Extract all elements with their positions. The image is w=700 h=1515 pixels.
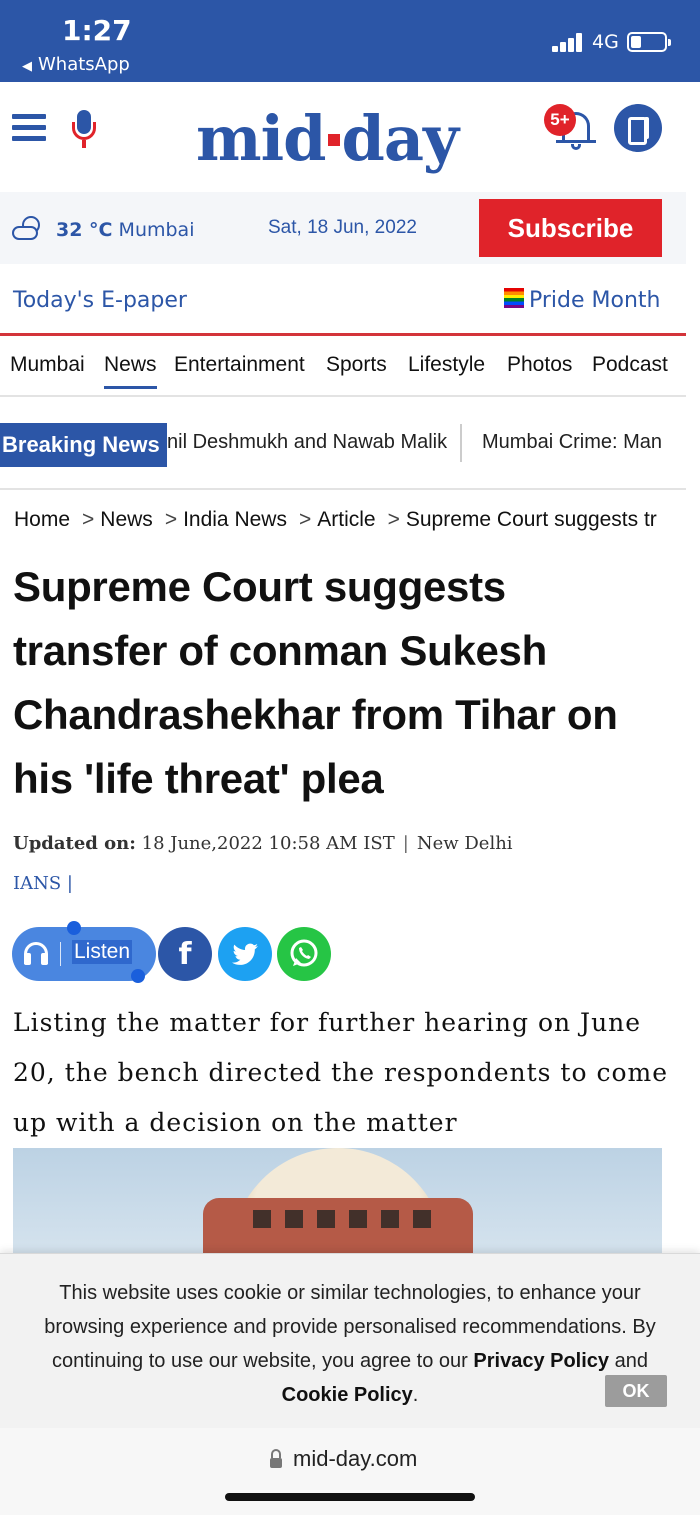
back-app-label: WhatsApp — [38, 54, 130, 75]
breaking-news-ticker: Breaking News nil Deshmukh and Nawab Mal… — [0, 398, 686, 490]
breadcrumb-article[interactable]: Article — [317, 508, 375, 531]
nav-item-photos[interactable]: Photos — [507, 353, 572, 377]
notification-badge: 5+ — [544, 104, 576, 136]
breadcrumb-home[interactable]: Home — [14, 508, 70, 531]
status-time: 1:27 — [62, 14, 132, 47]
breadcrumb-current: Supreme Court suggests tr — [405, 508, 657, 531]
network-type: 4G — [592, 31, 619, 53]
battery-icon — [627, 32, 671, 52]
hamburger-menu-icon[interactable] — [12, 114, 46, 142]
url-text[interactable]: mid-day.com — [293, 1446, 417, 1472]
cookie-policy-link[interactable]: Cookie Policy — [282, 1384, 413, 1406]
facebook-icon[interactable]: f — [158, 927, 212, 981]
twitter-icon[interactable] — [218, 927, 272, 981]
breaking-news-tag: Breaking News — [0, 423, 167, 467]
epaper-row: Today's E-paper Pride Month — [0, 264, 686, 336]
reader-icon[interactable] — [614, 104, 662, 152]
weather-icon — [12, 216, 46, 240]
microphone-icon[interactable] — [70, 110, 98, 150]
ios-status-bar: 1:27 ◀ WhatsApp 4G — [0, 0, 700, 82]
nav-item-sports[interactable]: Sports — [326, 353, 387, 377]
cookie-banner: This website uses cookie or similar tech… — [0, 1253, 700, 1428]
selection-handle-start[interactable] — [67, 921, 81, 935]
breadcrumb: Home > News > India News > Article > Supreme Cou… — [14, 508, 657, 531]
pride-flag-icon — [504, 288, 524, 308]
whatsapp-icon[interactable] — [277, 927, 331, 981]
nav-item-mumbai[interactable]: Mumbai — [10, 353, 85, 377]
ticker-item[interactable]: Mumbai Crime: Man — [482, 431, 662, 454]
listen-label: Listen — [72, 940, 133, 964]
article-meta: Updated on: 18 June,2022 10:58 AM IST | Ne… — [13, 833, 513, 854]
nav-item-lifestyle[interactable]: Lifestyle — [408, 353, 485, 377]
listen-button[interactable]: Listen — [12, 921, 156, 983]
pride-month-link[interactable]: Pride Month — [504, 288, 660, 313]
subscribe-button[interactable]: Subscribe — [479, 199, 662, 257]
current-date: Sat, 18 Jun, 2022 — [268, 217, 417, 238]
nav-item-news[interactable]: News — [104, 353, 157, 389]
ticker-divider — [460, 424, 462, 462]
cookie-message: This website uses cookie or similar tech… — [44, 1282, 656, 1406]
browser-url-bar[interactable]: mid-day.com — [0, 1428, 700, 1515]
cookie-ok-button[interactable]: OK — [605, 1375, 667, 1407]
home-indicator[interactable] — [225, 1493, 475, 1501]
article-image[interactable] — [13, 1148, 662, 1268]
site-logo[interactable]: mid day — [196, 104, 459, 174]
breadcrumb-news[interactable]: News — [100, 508, 153, 531]
breadcrumb-india-news[interactable]: India News — [183, 508, 287, 531]
signal-icon — [552, 32, 584, 52]
ticker-item[interactable]: nil Deshmukh and Nawab Malik — [167, 431, 447, 454]
section-nav: Mumbai News Entertainment Sports Lifesty… — [0, 337, 686, 397]
lock-icon — [270, 1449, 282, 1469]
site-header: mid day 5+ — [0, 82, 700, 192]
article-headline: Supreme Court suggests transfer of conma… — [13, 563, 618, 802]
privacy-policy-link[interactable]: Privacy Policy — [473, 1350, 609, 1372]
selection-handle-end[interactable] — [131, 969, 145, 983]
article-agency[interactable]: IANS | — [13, 873, 73, 894]
epaper-link[interactable]: Today's E-paper — [13, 288, 187, 313]
headphones-icon — [24, 942, 48, 966]
article-summary: Listing the matter for further hearing o… — [13, 1008, 669, 1137]
info-bar: 32 °C Mumbai Sat, 18 Jun, 2022 Subscribe — [0, 192, 686, 264]
back-to-app-link[interactable]: ◀ WhatsApp — [22, 54, 130, 75]
nav-item-podcast[interactable]: Podcast — [592, 353, 668, 377]
back-arrow-icon: ◀ — [22, 59, 32, 74]
nav-item-entertainment[interactable]: Entertainment — [174, 353, 305, 377]
weather-readout: 32 °C Mumbai — [56, 219, 195, 241]
